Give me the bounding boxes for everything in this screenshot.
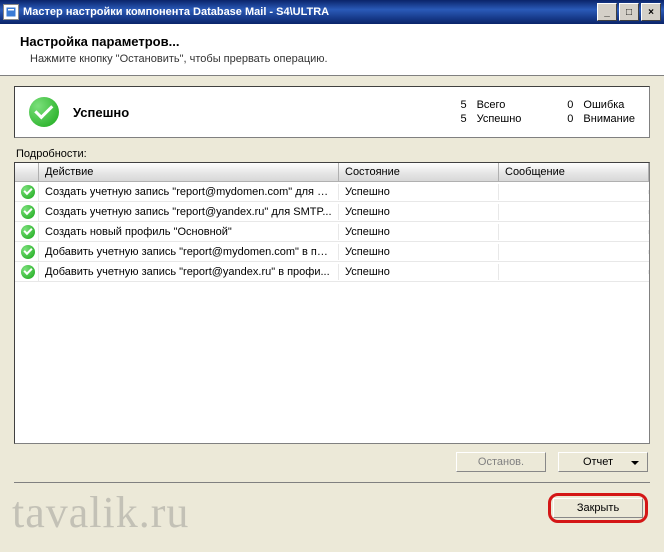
success-icon (29, 97, 59, 127)
page-subtitle: Нажмите кнопку "Остановить", чтобы прерв… (20, 53, 648, 65)
table-row[interactable]: Добавить учетную запись "report@yandex.r… (15, 262, 649, 282)
row-message (499, 190, 649, 194)
table-row[interactable]: Добавить учетную запись "report@mydomen.… (15, 242, 649, 262)
row-message (499, 250, 649, 254)
stats-left: 5Всего 5Успешно (451, 99, 522, 125)
stop-button: Останов. (456, 452, 546, 472)
row-message (499, 210, 649, 214)
row-state: Успешно (339, 184, 499, 200)
close-button[interactable]: Закрыть (553, 498, 643, 518)
details-label: Подробности: (16, 148, 650, 160)
row-state: Успешно (339, 204, 499, 220)
row-action: Создать новый профиль "Основной" (39, 224, 339, 240)
row-message (499, 230, 649, 234)
report-button[interactable]: Отчет (558, 452, 648, 472)
row-action: Добавить учетную запись "report@yandex.r… (39, 264, 339, 280)
window-title: Мастер настройки компонента Database Mai… (23, 6, 597, 18)
details-grid[interactable]: Действие Состояние Сообщение Создать уче… (14, 162, 650, 444)
page-title: Настройка параметров... (20, 34, 648, 49)
row-action: Создать учетную запись "report@mydomen.c… (39, 184, 339, 200)
row-state: Успешно (339, 264, 499, 280)
stats-right: 0Ошибка 0Внимание (557, 99, 635, 125)
page-header: Настройка параметров... Нажмите кнопку "… (0, 24, 664, 76)
table-row[interactable]: Создать учетную запись "report@yandex.ru… (15, 202, 649, 222)
grid-header-action[interactable]: Действие (39, 163, 339, 181)
summary-panel: Успешно 5Всего 5Успешно 0Ошибка 0Внимани… (14, 86, 650, 138)
grid-header-state[interactable]: Состояние (339, 163, 499, 181)
window-titlebar: Мастер настройки компонента Database Mai… (0, 0, 664, 24)
row-success-icon (15, 183, 39, 201)
row-state: Успешно (339, 244, 499, 260)
summary-status: Успешно (73, 105, 451, 120)
minimize-button[interactable]: _ (597, 3, 617, 21)
row-state: Успешно (339, 224, 499, 240)
grid-header-icon[interactable] (15, 163, 39, 181)
row-action: Создать учетную запись "report@yandex.ru… (39, 204, 339, 220)
grid-header: Действие Состояние Сообщение (15, 163, 649, 182)
close-button-highlight: Закрыть (548, 493, 648, 523)
table-row[interactable]: Создать новый профиль "Основной"Успешно (15, 222, 649, 242)
grid-header-message[interactable]: Сообщение (499, 163, 649, 181)
row-message (499, 270, 649, 274)
table-row[interactable]: Создать учетную запись "report@mydomen.c… (15, 182, 649, 202)
row-success-icon (15, 203, 39, 221)
app-icon (3, 4, 19, 20)
row-success-icon (15, 263, 39, 281)
row-success-icon (15, 243, 39, 261)
row-success-icon (15, 223, 39, 241)
close-window-button[interactable]: × (641, 3, 661, 21)
row-action: Добавить учетную запись "report@mydomen.… (39, 244, 339, 260)
maximize-button[interactable]: □ (619, 3, 639, 21)
